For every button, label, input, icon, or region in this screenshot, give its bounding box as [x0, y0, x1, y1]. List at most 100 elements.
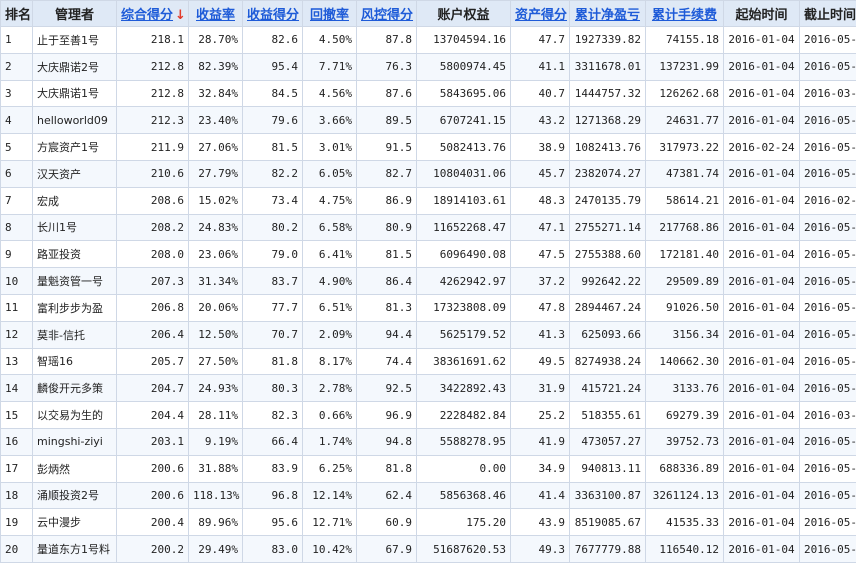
- table-row[interactable]: 16mingshi-ziyi203.19.19%66.41.74%94.8558…: [1, 428, 856, 455]
- cell-return-score: 80.2: [243, 214, 303, 241]
- table-row[interactable]: 14麟俊开元多策204.724.93%80.32.78%92.53422892.…: [1, 375, 856, 402]
- header-risk-score[interactable]: 风控得分: [357, 1, 417, 27]
- cell-risk-score: 62.4: [357, 482, 417, 509]
- table-row[interactable]: 15以交易为生的204.428.11%82.30.66%96.92228482.…: [1, 402, 856, 429]
- cell-score: 203.1: [117, 428, 189, 455]
- header-return-score[interactable]: 收益得分: [243, 1, 303, 27]
- cell-start-date: 2016-01-04: [724, 428, 800, 455]
- cell-rank: 15: [1, 402, 33, 429]
- cell-manager: 宏成: [33, 187, 117, 214]
- header-fees[interactable]: 累计手续费: [646, 1, 724, 27]
- cell-drawdown: 6.05%: [303, 160, 357, 187]
- cell-rank: 18: [1, 482, 33, 509]
- cell-pnl: 1082413.76: [570, 134, 646, 161]
- table-row[interactable]: 10量魁资管一号207.331.34%83.74.90%86.44262942.…: [1, 268, 856, 295]
- table-row[interactable]: 9路亚投资208.023.06%79.06.41%81.56096490.084…: [1, 241, 856, 268]
- table-header-row: 排名 管理者 综合得分↓ 收益率 收益得分 回撤率 风控得分 账户权益 资产得分…: [1, 1, 856, 27]
- cell-drawdown: 2.09%: [303, 321, 357, 348]
- table-row[interactable]: 17彭炳然200.631.88%83.96.25%81.80.0034.9940…: [1, 455, 856, 482]
- cell-return-rate: 89.96%: [189, 509, 243, 536]
- cell-manager: 涌顺投资2号: [33, 482, 117, 509]
- table-row[interactable]: 7宏成208.615.02%73.44.75%86.918914103.6148…: [1, 187, 856, 214]
- cell-equity: 11652268.47: [417, 214, 511, 241]
- cell-equity: 3422892.43: [417, 375, 511, 402]
- cell-return-score: 82.3: [243, 402, 303, 429]
- cell-equity: 0.00: [417, 455, 511, 482]
- cell-return-score: 95.6: [243, 509, 303, 536]
- cell-return-score: 66.4: [243, 428, 303, 455]
- cell-pnl: 1927339.82: [570, 27, 646, 54]
- cell-manager: 长川1号: [33, 214, 117, 241]
- cell-pnl: 992642.22: [570, 268, 646, 295]
- cell-manager: 止于至善1号: [33, 27, 117, 54]
- table-row[interactable]: 4helloworld09212.323.40%79.63.66%89.5670…: [1, 107, 856, 134]
- cell-drawdown: 1.74%: [303, 428, 357, 455]
- cell-fees: 217768.86: [646, 214, 724, 241]
- cell-start-date: 2016-01-04: [724, 80, 800, 107]
- cell-pnl: 2755271.14: [570, 214, 646, 241]
- cell-equity: 5588278.95: [417, 428, 511, 455]
- table-row[interactable]: 18涌顺投资2号200.6118.13%96.812.14%62.4585636…: [1, 482, 856, 509]
- ranking-table: 排名 管理者 综合得分↓ 收益率 收益得分 回撤率 风控得分 账户权益 资产得分…: [0, 0, 856, 563]
- cell-start-date: 2016-01-04: [724, 107, 800, 134]
- cell-return-rate: 31.88%: [189, 455, 243, 482]
- cell-manager: mingshi-ziyi: [33, 428, 117, 455]
- table-row[interactable]: 12莫非-信托206.412.50%70.72.09%94.45625179.5…: [1, 321, 856, 348]
- cell-end-date: 2016-03-09: [800, 402, 856, 429]
- table-row[interactable]: 20量道东方1号料200.229.49%83.010.42%67.9516876…: [1, 536, 856, 563]
- cell-end-date: 2016-05-11: [800, 509, 856, 536]
- header-pnl[interactable]: 累计净盈亏: [570, 1, 646, 27]
- cell-score: 206.8: [117, 294, 189, 321]
- cell-start-date: 2016-01-04: [724, 348, 800, 375]
- table-row[interactable]: 2大庆鼎诺2号212.882.39%95.47.71%76.35800974.4…: [1, 53, 856, 80]
- table-row[interactable]: 11富利步步为盈206.820.06%77.76.51%81.317323808…: [1, 294, 856, 321]
- cell-return-score: 82.6: [243, 27, 303, 54]
- cell-equity: 6096490.08: [417, 241, 511, 268]
- header-score[interactable]: 综合得分↓: [117, 1, 189, 27]
- cell-equity: 5082413.76: [417, 134, 511, 161]
- cell-manager: 富利步步为盈: [33, 294, 117, 321]
- cell-risk-score: 86.9: [357, 187, 417, 214]
- cell-score: 200.2: [117, 536, 189, 563]
- cell-rank: 2: [1, 53, 33, 80]
- cell-fees: 688336.89: [646, 455, 724, 482]
- cell-start-date: 2016-01-04: [724, 241, 800, 268]
- cell-end-date: 2016-05-11: [800, 536, 856, 563]
- table-row[interactable]: 13智瑶16205.727.50%81.88.17%74.438361691.6…: [1, 348, 856, 375]
- cell-drawdown: 8.17%: [303, 348, 357, 375]
- cell-drawdown: 6.25%: [303, 455, 357, 482]
- cell-return-score: 73.4: [243, 187, 303, 214]
- cell-start-date: 2016-01-04: [724, 375, 800, 402]
- cell-manager: 大庆鼎诺2号: [33, 53, 117, 80]
- cell-rank: 20: [1, 536, 33, 563]
- table-row[interactable]: 8长川1号208.224.83%80.26.58%80.911652268.47…: [1, 214, 856, 241]
- table-row[interactable]: 6汉天资产210.627.79%82.26.05%82.710804031.06…: [1, 160, 856, 187]
- cell-asset-score: 40.7: [511, 80, 570, 107]
- sort-desc-icon: ↓: [175, 8, 186, 23]
- table-row[interactable]: 5方宸资产1号211.927.06%81.53.01%91.55082413.7…: [1, 134, 856, 161]
- cell-fees: 116540.12: [646, 536, 724, 563]
- table-row[interactable]: 19云中漫步200.489.96%95.612.71%60.9175.2043.…: [1, 509, 856, 536]
- cell-fees: 137231.99: [646, 53, 724, 80]
- header-asset-score[interactable]: 资产得分: [511, 1, 570, 27]
- cell-risk-score: 87.6: [357, 80, 417, 107]
- cell-return-score: 79.0: [243, 241, 303, 268]
- cell-return-score: 83.7: [243, 268, 303, 295]
- cell-risk-score: 96.9: [357, 402, 417, 429]
- cell-return-score: 79.6: [243, 107, 303, 134]
- cell-rank: 6: [1, 160, 33, 187]
- table-row[interactable]: 3大庆鼎诺1号212.832.84%84.54.56%87.65843695.0…: [1, 80, 856, 107]
- cell-return-rate: 31.34%: [189, 268, 243, 295]
- cell-risk-score: 94.4: [357, 321, 417, 348]
- cell-manager: 智瑶16: [33, 348, 117, 375]
- cell-return-rate: 24.93%: [189, 375, 243, 402]
- header-return-rate[interactable]: 收益率: [189, 1, 243, 27]
- cell-return-score: 83.0: [243, 536, 303, 563]
- table-row[interactable]: 1止于至善1号218.128.70%82.64.50%87.813704594.…: [1, 27, 856, 54]
- cell-drawdown: 6.41%: [303, 241, 357, 268]
- cell-pnl: 8274938.24: [570, 348, 646, 375]
- cell-rank: 17: [1, 455, 33, 482]
- cell-risk-score: 81.3: [357, 294, 417, 321]
- cell-manager: 彭炳然: [33, 455, 117, 482]
- header-drawdown[interactable]: 回撤率: [303, 1, 357, 27]
